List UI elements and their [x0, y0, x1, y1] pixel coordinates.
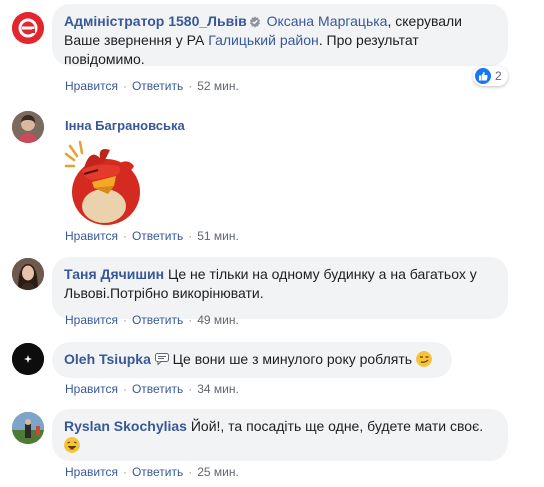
- user-photo-icon: [12, 343, 44, 375]
- comment-timestamp[interactable]: 49 мин.: [197, 313, 239, 327]
- separator: ·: [188, 382, 193, 396]
- comment-text: Йой!, та посадіть ще одне, будете мати с…: [190, 418, 484, 434]
- reply-link[interactable]: Ответить: [132, 313, 183, 327]
- reply-link[interactable]: Ответить: [132, 79, 183, 93]
- mentioned-page-link[interactable]: Галицький район: [208, 32, 318, 48]
- separator: ·: [188, 229, 193, 243]
- avatar[interactable]: [12, 12, 44, 44]
- laughing-face-icon: [64, 437, 80, 453]
- separator: ·: [122, 79, 127, 93]
- comment-timestamp[interactable]: 25 мин.: [197, 465, 239, 479]
- reply-link[interactable]: Ответить: [132, 229, 183, 243]
- separator: ·: [188, 313, 193, 327]
- org-logo-icon: [12, 12, 44, 44]
- mentioned-user-link[interactable]: Оксана Маргацька: [267, 13, 388, 29]
- comment-bubble: Oleh Tsiupka Це вони ше з минулого року …: [52, 342, 452, 378]
- avatar[interactable]: [12, 258, 44, 290]
- separator: ·: [188, 465, 193, 479]
- angry-bird-facepalm-sticker: [64, 140, 142, 226]
- separator: ·: [122, 313, 127, 327]
- comment-text: Це вони ше з минулого року роблять: [172, 351, 413, 367]
- chat-bubble-icon: [154, 353, 169, 366]
- avatar[interactable]: [12, 412, 44, 444]
- reply-link[interactable]: Ответить: [132, 465, 183, 479]
- separator: ·: [122, 382, 127, 396]
- like-link[interactable]: Нравится: [65, 229, 118, 243]
- avatar[interactable]: [12, 111, 44, 143]
- comment-author[interactable]: Адміністратор 1580_Львів: [64, 13, 247, 29]
- comment-actions: Нравится · Ответить · 49 мин.: [65, 313, 239, 327]
- avatar[interactable]: [12, 343, 44, 375]
- like-link[interactable]: Нравится: [65, 382, 118, 396]
- comment-author[interactable]: Ryslan Skochylias: [64, 418, 187, 434]
- user-photo-icon: [12, 111, 44, 143]
- comment-actions: Нравится · Ответить · 52 мин.: [65, 79, 239, 93]
- smirk-face-icon: [415, 351, 432, 367]
- comment-actions: Нравится · Ответить · 34 мин.: [65, 382, 239, 396]
- comment-bubble: Ryslan Skochylias Йой!, та посадіть ще о…: [52, 409, 508, 461]
- comment-actions: Нравится · Ответить · 51 мин.: [65, 229, 239, 243]
- comment-timestamp[interactable]: 52 мин.: [197, 79, 239, 93]
- comment-author[interactable]: Інна Баграновська: [65, 118, 185, 133]
- comment-timestamp[interactable]: 51 мин.: [197, 229, 239, 243]
- verified-badge-icon: [249, 16, 260, 28]
- user-photo-icon: [12, 258, 44, 290]
- separator: ·: [188, 79, 193, 93]
- comment-author[interactable]: Oleh Tsiupka: [64, 351, 151, 367]
- like-link[interactable]: Нравится: [65, 79, 118, 93]
- like-reaction-icon: [475, 68, 491, 84]
- comment-header: Інна Баграновська: [65, 118, 185, 133]
- comment-bubble: Таня Дячишин Це не тільки на одному буди…: [52, 257, 508, 319]
- comment-author[interactable]: Таня Дячишин: [64, 266, 164, 282]
- like-link[interactable]: Нравится: [65, 465, 118, 479]
- comment-actions: Нравится · Ответить · 25 мин.: [65, 465, 239, 479]
- reply-link[interactable]: Ответить: [132, 382, 183, 396]
- comment-bubble: Адміністратор 1580_Львів Оксана Маргацьк…: [52, 4, 508, 67]
- comment-timestamp[interactable]: 34 мин.: [197, 382, 239, 396]
- separator: ·: [122, 229, 127, 243]
- user-photo-icon: [12, 412, 44, 444]
- reaction-summary[interactable]: 2: [473, 66, 508, 86]
- reaction-count: 2: [495, 69, 502, 83]
- like-link[interactable]: Нравится: [65, 313, 118, 327]
- separator: ·: [122, 465, 127, 479]
